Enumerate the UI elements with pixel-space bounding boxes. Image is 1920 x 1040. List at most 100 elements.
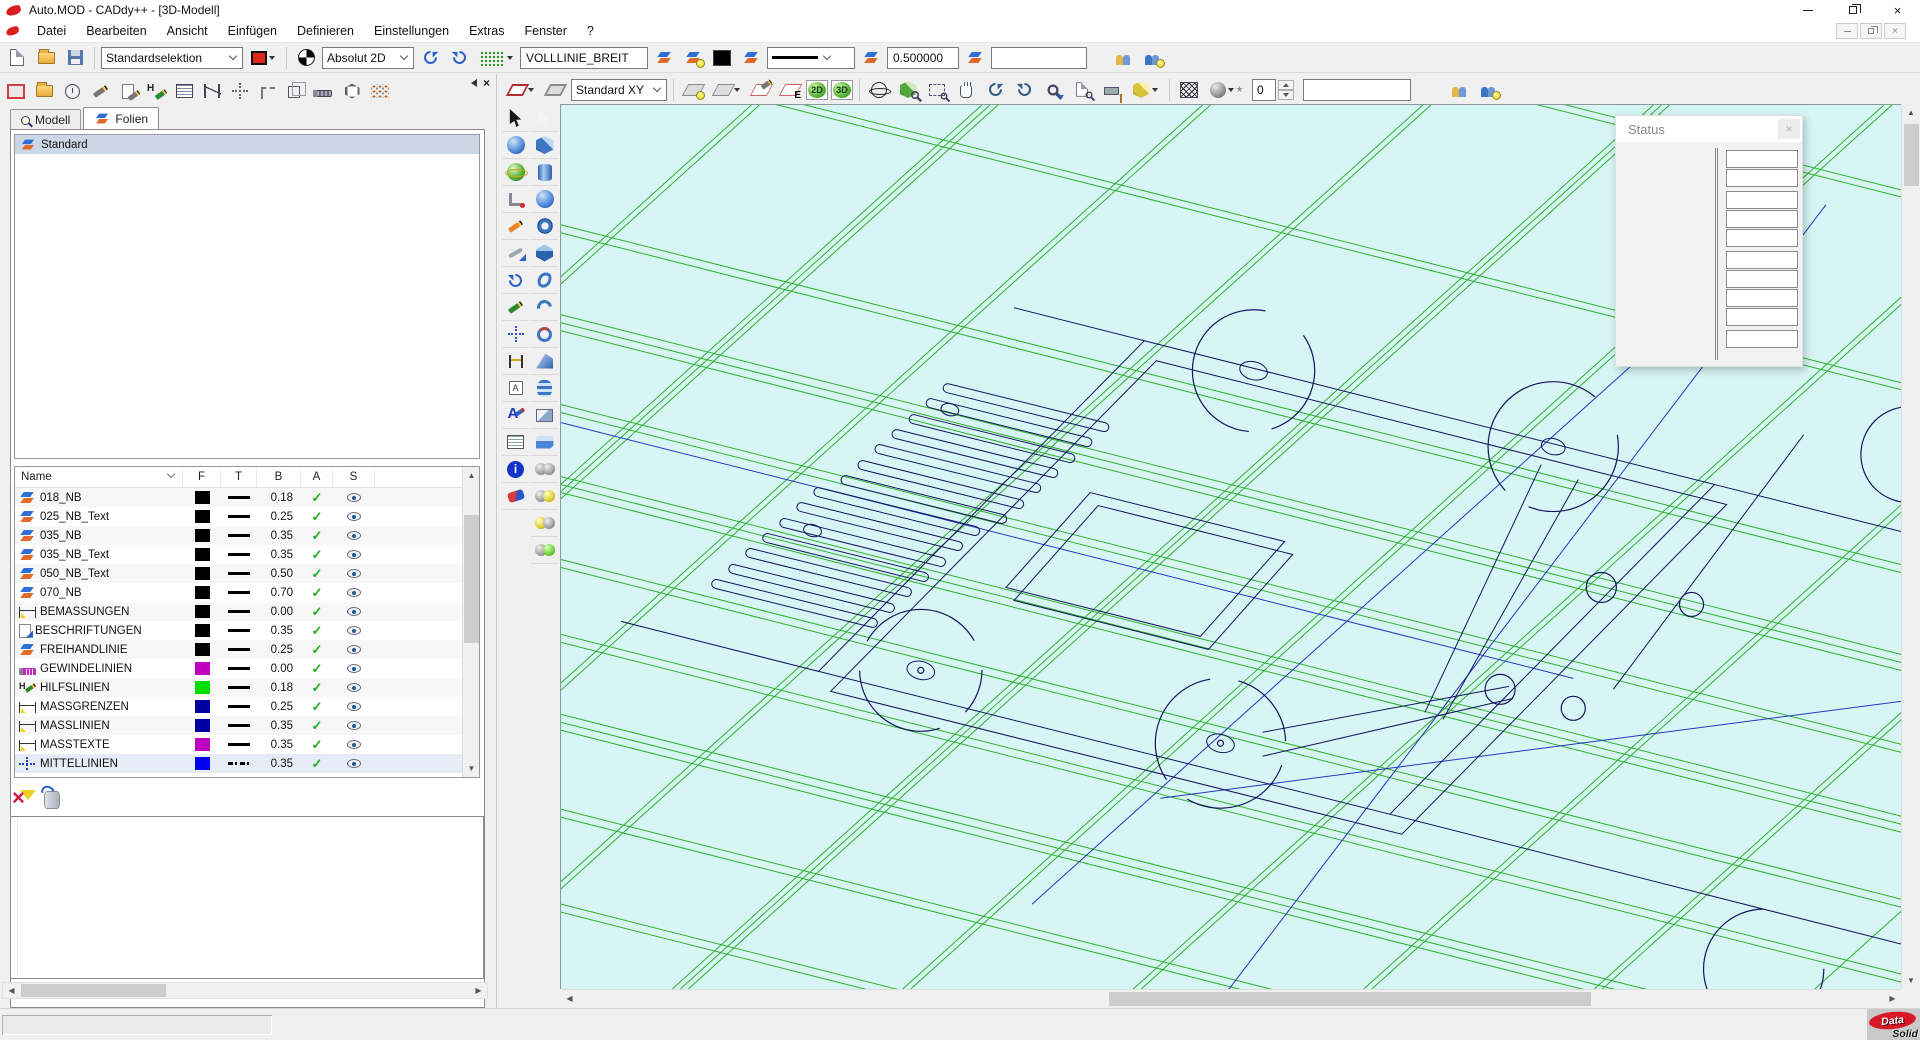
mirror-button[interactable] [200, 79, 224, 103]
layer-active-check[interactable]: ✓ [312, 623, 323, 639]
zoom-dynamic-button[interactable] [1040, 78, 1066, 102]
layer-color-swatch[interactable] [195, 757, 210, 770]
selection-mode-combo[interactable]: Standardselektion [101, 47, 243, 69]
screw-button[interactable] [312, 79, 336, 103]
linetype-input[interactable] [520, 47, 648, 69]
layer-color-swatch[interactable] [195, 510, 210, 523]
plane-edit-button[interactable] [748, 78, 774, 102]
group-folder-button[interactable] [1111, 46, 1137, 70]
layer-assign-button[interactable] [651, 46, 677, 70]
layer-row-050_NB_Text[interactable]: 050_NB_Text0.50✓ [15, 564, 462, 583]
layer-visibility-button[interactable] [680, 46, 706, 70]
menu-ansicht[interactable]: Ansicht [157, 21, 218, 41]
layer-active-check[interactable]: ✓ [312, 680, 323, 696]
orbit-g-button[interactable] [502, 159, 529, 186]
wedge-button[interactable] [531, 348, 558, 375]
prism-button[interactable] [531, 240, 558, 267]
layer-active-check[interactable]: ✓ [312, 547, 323, 563]
menu-einfuegen[interactable]: Einfügen [218, 21, 287, 41]
bool-intersect-button[interactable] [531, 510, 558, 537]
layer-color-swatch[interactable] [195, 491, 210, 504]
linewidth-input[interactable] [887, 47, 959, 69]
info-button[interactable] [502, 456, 529, 483]
layer-visible-eye[interactable] [347, 550, 361, 559]
eraser-button[interactable] [502, 483, 529, 510]
layer-visible-eye[interactable] [347, 493, 361, 502]
layer-color-swatch[interactable] [195, 624, 210, 637]
minimize-button[interactable] [1785, 0, 1830, 20]
status-field[interactable] [1726, 330, 1798, 348]
menu-fenster[interactable]: Fenster [515, 21, 577, 41]
plane-flip-button[interactable] [709, 78, 745, 102]
restore-filter-button[interactable] [44, 791, 60, 809]
status-window-close-button[interactable]: × [1778, 119, 1800, 139]
plane-visibility-button[interactable] [680, 78, 706, 102]
view-3d-button[interactable]: 3D [831, 80, 853, 100]
layer-visible-eye[interactable] [347, 512, 361, 521]
scrollbar-thumb[interactable] [1904, 124, 1919, 186]
status-field[interactable] [1726, 191, 1798, 209]
layer-color-swatch[interactable] [195, 567, 210, 580]
folder-transfer-button[interactable] [32, 79, 56, 103]
selection-color-button[interactable] [246, 46, 280, 70]
color-layer-button[interactable] [738, 46, 764, 70]
layer-visible-eye[interactable] [347, 759, 361, 768]
layer-active-check[interactable]: ✓ [312, 661, 323, 677]
tab-modell[interactable]: Modell [10, 109, 81, 130]
layer-row-MASSLINIEN[interactable]: MASSLINIEN0.35✓ [15, 716, 462, 735]
layer-color-swatch[interactable] [195, 529, 210, 542]
spinner-up-button[interactable] [1278, 80, 1294, 90]
layer-visible-eye[interactable] [347, 721, 361, 730]
tab-folien[interactable]: Folien [83, 107, 159, 130]
message-box[interactable] [10, 816, 484, 979]
layer-color-swatch[interactable] [195, 605, 210, 618]
canvas-horizontal-scrollbar[interactable]: ◀ ▶ [561, 989, 1901, 1007]
status-field[interactable] [1726, 308, 1798, 326]
layer-active-check[interactable]: ✓ [312, 718, 323, 734]
title-bar[interactable]: Auto.MOD - CADdy++ - [3D-Modell] × [0, 0, 1920, 20]
box-button[interactable] [531, 132, 558, 159]
column-name[interactable]: Name [15, 467, 183, 487]
scroll-right-button[interactable]: ▶ [1884, 990, 1901, 1007]
column-a[interactable]: A [301, 467, 333, 487]
history-button[interactable] [60, 79, 84, 103]
coordinate-mode-combo[interactable]: Absolut 2D [322, 47, 414, 69]
sweep-button[interactable] [531, 294, 558, 321]
scroll-left-button[interactable]: ◀ [561, 990, 578, 1007]
status-field[interactable] [1726, 229, 1798, 247]
restore-button[interactable] [1830, 0, 1875, 20]
column-f[interactable]: F [183, 467, 221, 487]
scrollbar-thumb[interactable] [21, 984, 166, 997]
column-s[interactable]: S [333, 467, 375, 487]
layer-linestyle[interactable] [228, 515, 250, 518]
scroll-up-button[interactable]: ▲ [463, 467, 480, 484]
layer-row-025_NB_Text[interactable]: 025_NB_Text0.25✓ [15, 507, 462, 526]
current-color-button[interactable] [709, 46, 735, 70]
layer-table-header[interactable]: Name F T B A S [15, 467, 479, 488]
layer-color-swatch[interactable] [195, 681, 210, 694]
undo-button[interactable] [417, 46, 443, 70]
layer-color-swatch[interactable] [195, 662, 210, 675]
select-solid-button[interactable] [531, 105, 558, 132]
bool-subtract-button[interactable] [531, 483, 558, 510]
layer-row-MITTELLINIEN[interactable]: MITTELLINIEN0.35✓ [15, 754, 462, 773]
layer-active-check[interactable]: ✓ [312, 737, 323, 753]
layer-active-check[interactable]: ✓ [312, 642, 323, 658]
dock-close-icon[interactable]: × [483, 78, 490, 88]
linestyle-combo[interactable] [767, 47, 855, 69]
point-grid-button[interactable] [368, 79, 392, 103]
layer-visible-eye[interactable] [347, 607, 361, 616]
close-button[interactable]: × [1875, 0, 1920, 20]
tree-item-standard[interactable]: Standard [15, 135, 479, 154]
layer-color-swatch[interactable] [195, 719, 210, 732]
shell-button[interactable] [531, 402, 558, 429]
status-window-titlebar[interactable]: Status × [1616, 116, 1802, 142]
layer-active-check[interactable]: ✓ [312, 528, 323, 544]
sketch-pencil-button[interactable] [502, 213, 529, 240]
layer-active-check[interactable]: ✓ [312, 490, 323, 506]
render-mode-button[interactable] [1127, 78, 1163, 102]
pan-button[interactable] [953, 78, 979, 102]
layer-linestyle[interactable] [228, 705, 250, 708]
status-field[interactable] [1726, 251, 1798, 269]
layer-visible-eye[interactable] [347, 683, 361, 692]
